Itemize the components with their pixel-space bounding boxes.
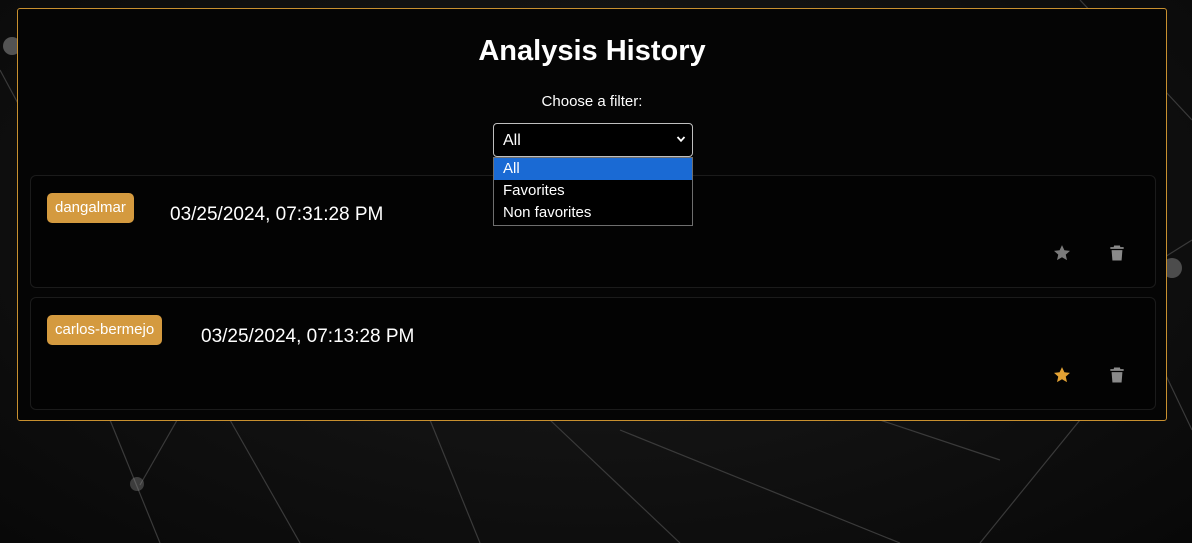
filter-select-value: All (503, 132, 521, 149)
filter-label: Choose a filter: (541, 93, 643, 110)
star-icon[interactable] (1052, 365, 1072, 385)
trash-icon[interactable] (1107, 243, 1127, 263)
chevron-down-icon (676, 136, 686, 143)
filter-option-all[interactable]: All (494, 158, 692, 180)
analysis-datetime: 03/25/2024, 07:13:28 PM (201, 326, 415, 347)
filter-dropdown-list: All Favorites Non favorites (493, 157, 693, 226)
filter-option-favorites[interactable]: Favorites (494, 180, 692, 202)
filter-select[interactable]: All (493, 123, 693, 157)
page-title: Analysis History (478, 35, 706, 67)
user-badge: dangalmar (47, 193, 134, 223)
analysis-datetime: 03/25/2024, 07:31:28 PM (170, 204, 384, 225)
filter-option-non-favorites[interactable]: Non favorites (494, 202, 692, 224)
history-card[interactable]: carlos-bermejo 03/25/2024, 07:13:28 PM (30, 297, 1156, 410)
trash-icon[interactable] (1107, 365, 1127, 385)
user-badge: carlos-bermejo (47, 315, 163, 345)
star-icon[interactable] (1052, 243, 1072, 263)
